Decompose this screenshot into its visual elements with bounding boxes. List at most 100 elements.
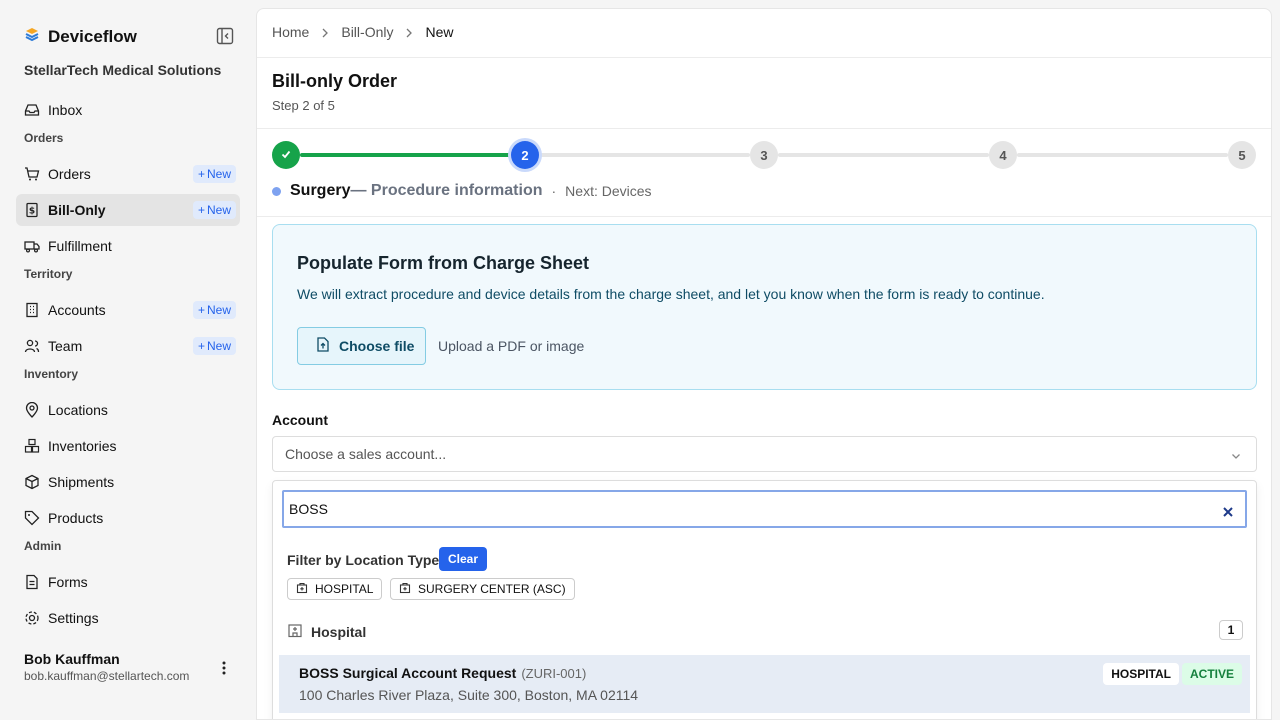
filter-chip-hospital[interactable]: HOSPITAL [287,578,383,600]
divider [257,57,1271,58]
sidebar-item-label: Products [48,510,104,526]
brand[interactable]: Deviceflow [24,26,137,47]
section-territory: Territory [24,267,73,281]
sidebar-item-inbox[interactable]: Inbox [16,94,240,126]
truck-icon [24,238,40,254]
sidebar-item-label: Inbox [48,102,83,118]
new-bill-only-button[interactable]: + New [192,201,236,219]
hospital-icon [399,582,411,597]
brand-name: Deviceflow [48,26,137,46]
file-text-icon [24,574,40,590]
sidebar-item-products[interactable]: Products [16,502,240,534]
sidebar-item-settings[interactable]: Settings [16,602,240,634]
more-vertical-icon[interactable] [218,660,230,676]
check-icon [280,148,292,163]
account-search [282,490,1247,528]
receipt-icon: $ [24,202,40,218]
account-search-input[interactable] [289,501,1189,517]
charge-sheet-title: Populate Form from Charge Sheet [297,253,590,273]
sidebar-collapse-icon[interactable] [216,27,234,45]
step-4[interactable]: 4 [989,141,1017,169]
filter-chip-surgery-center[interactable]: SURGERY CENTER (ASC) [390,578,575,600]
section-admin: Admin [24,539,62,553]
sidebar-item-label: Orders [48,166,91,182]
close-icon[interactable] [1223,504,1233,517]
sidebar-item-shipments[interactable]: Shipments [16,466,240,498]
section-orders: Orders [24,131,64,145]
step-next: Next: Devices [565,183,652,199]
sidebar-item-label: Fulfillment [48,238,112,254]
account-label: Account [272,412,328,428]
sidebar-item-bill-only[interactable]: $ Bill-Only + New [16,194,240,226]
breadcrumb-home[interactable]: Home [272,24,309,40]
inbox-icon [24,102,40,118]
breadcrumb-bill-only[interactable]: Bill-Only [341,24,393,40]
sidebar-item-team[interactable]: Team + New [16,330,240,362]
account-placeholder: Choose a sales account... [285,446,447,462]
map-pin-icon [24,402,40,418]
org-name[interactable]: StellarTech Medical Solutions [24,62,221,78]
step-2-current[interactable]: 2 [511,141,539,169]
sidebar-item-label: Bill-Only [48,202,106,218]
user-profile[interactable]: Bob Kauffman bob.kauffman@stellartech.co… [0,640,256,720]
breadcrumb: Home Bill-Only New [272,24,454,40]
clear-filter-button[interactable]: Clear [439,547,488,571]
sidebar-item-label: Settings [48,610,99,626]
section-inventory: Inventory [24,367,79,381]
logo-icon [24,26,40,47]
new-account-button[interactable]: + New [192,301,236,319]
step-track [778,153,989,157]
step-status-dot [272,186,281,196]
account-option-address: 100 Charles River Plaza, Suite 300, Bost… [299,687,639,703]
step-track-complete [300,153,511,157]
new-team-button[interactable]: + New [192,337,236,355]
sidebar-item-inventories[interactable]: Inventories [16,430,240,462]
gear-icon [24,610,40,626]
users-icon [24,338,40,354]
sidebar-item-label: Forms [48,574,88,590]
sidebar-nav: Inbox Orders Orders + New $ Bill-Only + Ne… [16,94,240,638]
sidebar-item-locations[interactable]: Locations [16,394,240,426]
location-type-badge: HOSPITAL [1103,663,1179,685]
boxes-icon [24,438,40,454]
breadcrumb-current: New [425,24,454,40]
tag-icon [24,510,40,526]
sidebar-item-label: Accounts [48,302,106,318]
step-5[interactable]: 5 [1228,141,1256,169]
sidebar: Deviceflow StellarTech Medical Solutions… [0,0,256,720]
status-badge: ACTIVE [1181,663,1242,685]
account-select[interactable]: Choose a sales account... [272,436,1257,472]
hospital-icon [296,582,308,597]
charge-sheet-description: We will extract procedure and device det… [297,286,1045,302]
user-name: Bob Kauffman [24,651,120,667]
charge-sheet-card: Populate Form from Charge Sheet We will … [272,224,1257,390]
sidebar-item-label: Inventories [48,438,117,454]
sidebar-item-accounts[interactable]: Accounts + New [16,294,240,326]
sidebar-item-label: Shipments [48,474,115,490]
upload-hint: Upload a PDF or image [438,338,585,354]
choose-file-button[interactable]: Choose file [297,327,426,365]
account-option[interactable]: BOSS Surgical Account Request (ZURI-001) … [279,655,1250,713]
divider [257,216,1271,217]
chevron-down-icon [1230,449,1242,461]
new-order-button[interactable]: + New [192,165,236,183]
account-option-name: BOSS Surgical Account Request (ZURI-001) [299,665,587,681]
plus-icon: + [197,339,205,353]
hospital-building-icon [287,622,303,641]
step-3[interactable]: 3 [750,141,778,169]
user-email: bob.kauffman@stellartech.com [24,669,190,683]
plus-icon: + [197,167,205,181]
page-step: Step 2 of 5 [272,98,335,113]
account-dropdown: Filter by Location Type Clear HOSPITAL S… [272,480,1257,719]
sidebar-item-forms[interactable]: Forms [16,566,240,598]
plus-icon: + [197,203,205,217]
sidebar-item-fulfillment[interactable]: Fulfillment [16,230,240,262]
plus-icon: + [197,303,205,317]
sidebar-item-label: Locations [48,402,108,418]
step-1-complete[interactable] [272,141,300,169]
chevron-right-icon [319,26,331,38]
package-icon [24,474,40,490]
filter-label: Filter by Location Type [287,552,440,568]
sidebar-item-orders[interactable]: Orders + New [16,158,240,190]
step-description: — Procedure information [350,182,543,199]
